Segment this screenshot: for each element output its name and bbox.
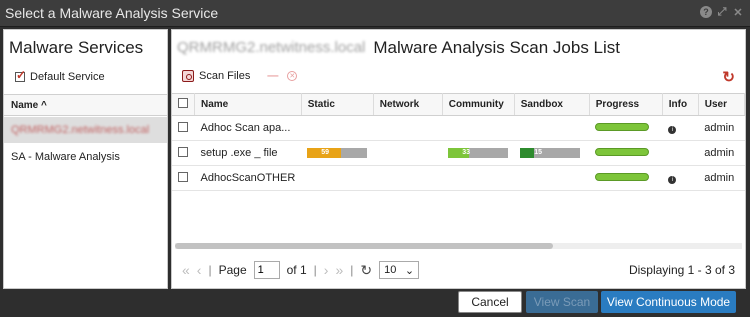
scan-files-button[interactable]: Scan Files — [199, 70, 250, 82]
page-input[interactable] — [253, 261, 280, 279]
table-row[interactable]: setup .exe _ file 59 33 15 admin — [172, 140, 745, 166]
table-header-row: Name Static Network Community Sandbox Pr… — [172, 93, 746, 116]
info-icon[interactable]: i — [668, 126, 677, 134]
chevron-down-icon: ⌄ — [404, 264, 415, 277]
job-name: setup .exe _ file — [194, 140, 302, 166]
cancel-button[interactable]: Cancel — [458, 291, 522, 313]
view-scan-button[interactable]: View Scan — [526, 291, 598, 313]
service-item-label: QRMRMG2.netwitness.local — [11, 124, 150, 136]
column-header-static[interactable]: Static — [301, 93, 374, 116]
scan-jobs-panel: QRMRMG2.netwitness.local Malware Analysi… — [171, 29, 746, 289]
scrollbar-thumb[interactable] — [175, 243, 553, 249]
refresh-icon[interactable]: ↻ — [722, 68, 735, 86]
progress-bar — [595, 173, 650, 181]
page-size-select[interactable]: 10 ⌄ — [379, 261, 420, 279]
column-header-name[interactable]: Name — [194, 93, 302, 116]
service-item[interactable]: SA - Malware Analysis — [4, 144, 167, 170]
divider: | — [313, 263, 317, 277]
job-name: AdhocScanOTHER — [194, 165, 302, 191]
last-page-icon[interactable]: » — [335, 262, 343, 278]
progress-bar — [595, 148, 650, 156]
column-header-user[interactable]: User — [698, 93, 746, 116]
jobs-header: QRMRMG2.netwitness.local Malware Analysi… — [177, 38, 620, 58]
prev-page-icon[interactable]: ‹ — [197, 262, 202, 278]
default-service-checkbox[interactable]: Default Service — [15, 68, 105, 83]
sandbox-score-value: 15 — [520, 148, 542, 159]
name-column-header[interactable]: Name ^ — [4, 94, 167, 116]
view-continuous-mode-button[interactable]: View Continuous Mode — [601, 291, 736, 313]
job-user: admin — [698, 165, 745, 191]
divider: | — [208, 263, 212, 277]
table-row[interactable]: AdhocScanOTHER i admin — [172, 165, 745, 191]
jobs-title: Malware Analysis Scan Jobs List — [373, 38, 620, 57]
first-page-icon[interactable]: « — [182, 262, 190, 278]
toolbar: Scan Files — ✕ — [182, 70, 298, 82]
default-service-label: Default Service — [30, 71, 105, 83]
sandbox-score-bar: 15 — [520, 148, 581, 159]
progress-bar — [595, 123, 650, 131]
check-icon — [15, 68, 26, 82]
community-score-bar: 33 — [448, 148, 509, 159]
column-header-progress[interactable]: Progress — [589, 93, 663, 116]
page-size-value: 10 — [384, 264, 397, 276]
services-title: Malware Services — [9, 38, 144, 57]
column-header-community[interactable]: Community — [442, 93, 515, 116]
service-item-label: SA - Malware Analysis — [11, 151, 120, 163]
community-score-value: 33 — [448, 148, 470, 159]
job-user: admin — [698, 115, 745, 141]
help-icon[interactable]: ? — [700, 6, 712, 18]
column-header-info[interactable]: Info — [662, 93, 699, 116]
column-header-network[interactable]: Network — [373, 93, 443, 116]
jobs-table: Name Static Network Community Sandbox Pr… — [172, 93, 746, 191]
divider: | — [350, 263, 354, 277]
remove-icon[interactable]: — — [267, 70, 278, 82]
next-page-icon[interactable]: › — [324, 262, 329, 278]
dialog-window: Select a Malware Analysis Service ? ⤢ ✕ … — [0, 0, 750, 317]
page-label: Page — [218, 263, 247, 277]
scan-files-icon[interactable] — [182, 70, 194, 82]
refresh-page-icon[interactable]: ↻ — [360, 262, 372, 279]
dialog-footer: Cancel View Scan View Continuous Mode — [0, 290, 750, 317]
page-count: of 1 — [286, 263, 307, 277]
job-user: admin — [698, 140, 745, 166]
static-score-bar: 59 — [307, 148, 368, 159]
maximize-icon[interactable]: ⤢ — [716, 6, 728, 18]
row-checkbox[interactable] — [178, 171, 188, 182]
service-item[interactable]: QRMRMG2.netwitness.local — [4, 117, 167, 143]
pagination: « ‹ | Page of 1 | › » | ↻ 10 ⌄ — [182, 261, 420, 279]
horizontal-scrollbar[interactable] — [175, 243, 742, 249]
row-checkbox[interactable] — [178, 121, 188, 132]
cancel-job-icon[interactable]: ✕ — [287, 71, 298, 81]
display-count: Displaying 1 - 3 of 3 — [628, 263, 735, 277]
title-bar: Select a Malware Analysis Service ? ⤢ ✕ — [0, 0, 750, 27]
table-row[interactable]: Adhoc Scan apa... i admin — [172, 115, 745, 141]
info-icon[interactable]: i — [668, 176, 677, 184]
malware-services-panel: Malware Services Default Service Name ^ … — [3, 29, 168, 289]
job-name: Adhoc Scan apa... — [194, 115, 302, 141]
dialog-title: Select a Malware Analysis Service — [5, 5, 219, 21]
host-label: QRMRMG2.netwitness.local — [177, 39, 366, 56]
row-checkbox[interactable] — [178, 146, 188, 157]
column-header-sandbox[interactable]: Sandbox — [514, 93, 590, 116]
select-all-checkbox[interactable] — [178, 98, 188, 108]
close-icon[interactable]: ✕ — [732, 6, 744, 19]
static-score-value: 59 — [307, 148, 342, 159]
